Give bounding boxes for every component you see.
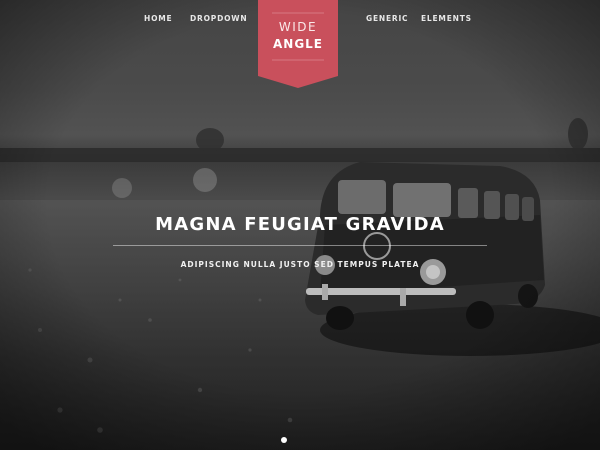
nav-item-home[interactable]: HOME (144, 14, 172, 23)
hero-subtitle: ADIPISCING NULLA JUSTO SED TEMPUS PLATEA (180, 260, 420, 269)
carousel-pagination (281, 428, 293, 447)
nav-item-elements[interactable]: ELEMENTS (421, 14, 472, 23)
hero-divider (113, 245, 487, 246)
main-navigation: HOME DROPDOWN GENERIC ELEMENTS WIDE ANGL… (0, 0, 600, 90)
carousel-dot-active[interactable] (281, 437, 287, 443)
nav-item-generic[interactable]: GENERIC (366, 14, 408, 23)
nav-item-dropdown[interactable]: DROPDOWN (190, 14, 247, 23)
hero-title: MAGNA FEUGIAT GRAVIDA (155, 214, 445, 235)
site-logo[interactable]: WIDE ANGLE (258, 0, 338, 88)
logo-text-angle: ANGLE (272, 37, 324, 51)
logo-text-wide: WIDE (278, 20, 318, 34)
